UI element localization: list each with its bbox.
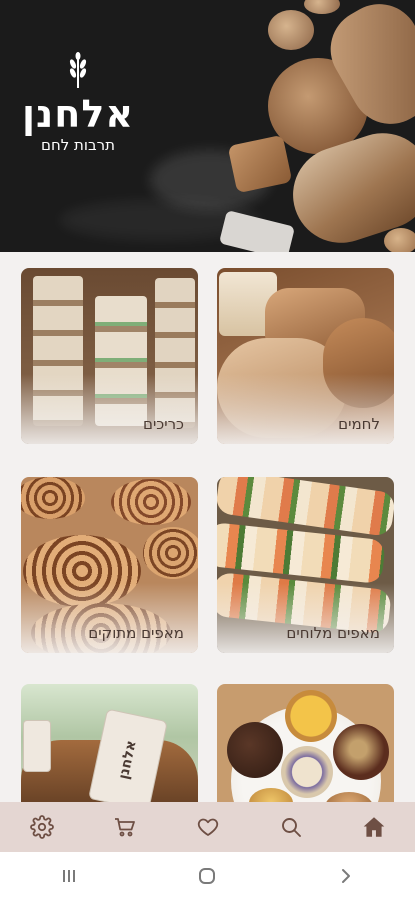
home-icon xyxy=(363,817,384,837)
brand-name: אלחנן xyxy=(21,92,135,136)
category-tile-packaged[interactable]: אלחנן xyxy=(21,684,198,802)
nav-home-button[interactable] xyxy=(354,807,394,847)
nav-settings-button[interactable] xyxy=(22,807,62,847)
chevron-right-icon xyxy=(341,869,350,883)
cart-icon xyxy=(114,818,135,837)
tile-fade xyxy=(217,583,394,653)
category-tile-breads[interactable]: לחמים xyxy=(217,268,394,444)
cookie xyxy=(227,722,283,778)
package-tag xyxy=(23,720,51,772)
heart-icon xyxy=(197,818,218,836)
cinnamon-roll xyxy=(21,477,85,519)
category-label: לחמים xyxy=(338,415,380,433)
bread-roll xyxy=(304,0,340,14)
brand-tagline: תרבות לחם xyxy=(41,136,115,154)
category-label: מאפים מתוקים xyxy=(88,624,184,642)
category-tile-sandwiches[interactable]: כריכים xyxy=(21,268,198,444)
system-nav-bar xyxy=(0,852,415,900)
package-tag-text: אלחנן xyxy=(116,739,140,781)
nav-favorites-button[interactable] xyxy=(188,807,228,847)
system-home-button[interactable] xyxy=(187,856,227,896)
tile-fade xyxy=(21,583,198,653)
brand-logo: אלחנן תרבות לחם xyxy=(8,52,148,154)
category-tile-sweet-pastries[interactable]: מאפים מתוקים xyxy=(21,477,198,653)
system-recents-button[interactable] xyxy=(49,856,89,896)
category-tile-savory-pastries[interactable]: מאפים מלוחים xyxy=(217,477,394,653)
hero-banner: אלחנן תרבות לחם xyxy=(0,0,415,252)
nav-cart-button[interactable] xyxy=(105,807,145,847)
recents-icon xyxy=(63,870,76,882)
tart xyxy=(285,690,337,742)
tile-fade xyxy=(21,374,198,444)
category-label: כריכים xyxy=(143,415,184,433)
tile-fade xyxy=(217,374,394,444)
bread-roll xyxy=(268,10,314,50)
cookie xyxy=(281,746,333,798)
system-back-button[interactable] xyxy=(326,856,366,896)
bottom-nav xyxy=(0,802,415,852)
home-circle-icon xyxy=(199,868,216,884)
bread-roll xyxy=(384,228,415,252)
category-label: מאפים מלוחים xyxy=(286,624,380,642)
nav-search-button[interactable] xyxy=(271,807,311,847)
category-tile-desserts[interactable] xyxy=(217,684,394,802)
search-icon xyxy=(281,818,301,837)
category-grid: כריכים לחמים מאפים מתוקים מאפים מלוחים א… xyxy=(0,252,415,802)
settings-icon xyxy=(29,815,54,839)
cinnamon-roll xyxy=(143,527,198,579)
wheat-icon xyxy=(69,52,87,88)
bread-square xyxy=(227,134,293,194)
cookie xyxy=(333,724,389,780)
cinnamon-roll xyxy=(111,479,191,525)
